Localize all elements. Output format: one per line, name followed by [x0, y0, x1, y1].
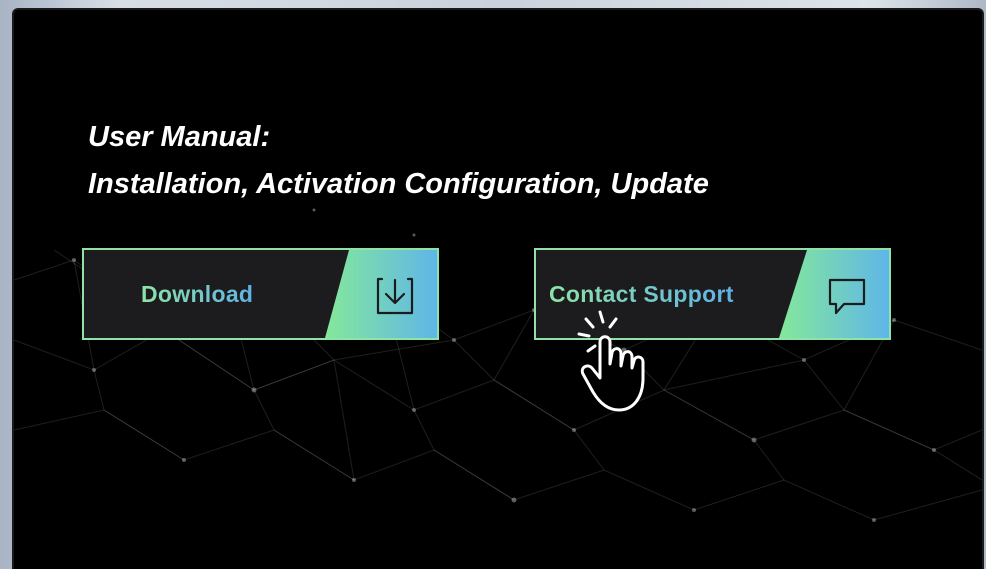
hand-pointer-click-icon	[577, 310, 645, 412]
title-line-1: User Manual:	[88, 121, 271, 153]
chat-bubble-icon	[828, 278, 866, 315]
page-title: User Manual: Installation, Activation Co…	[88, 114, 709, 208]
title-line-2: Installation, Activation Configuration, …	[88, 168, 709, 200]
monitor-screen: User Manual: Installation, Activation Co…	[12, 8, 984, 569]
download-button-label: Download	[141, 250, 253, 338]
download-icon	[376, 277, 414, 315]
download-button[interactable]: Download	[82, 248, 439, 340]
